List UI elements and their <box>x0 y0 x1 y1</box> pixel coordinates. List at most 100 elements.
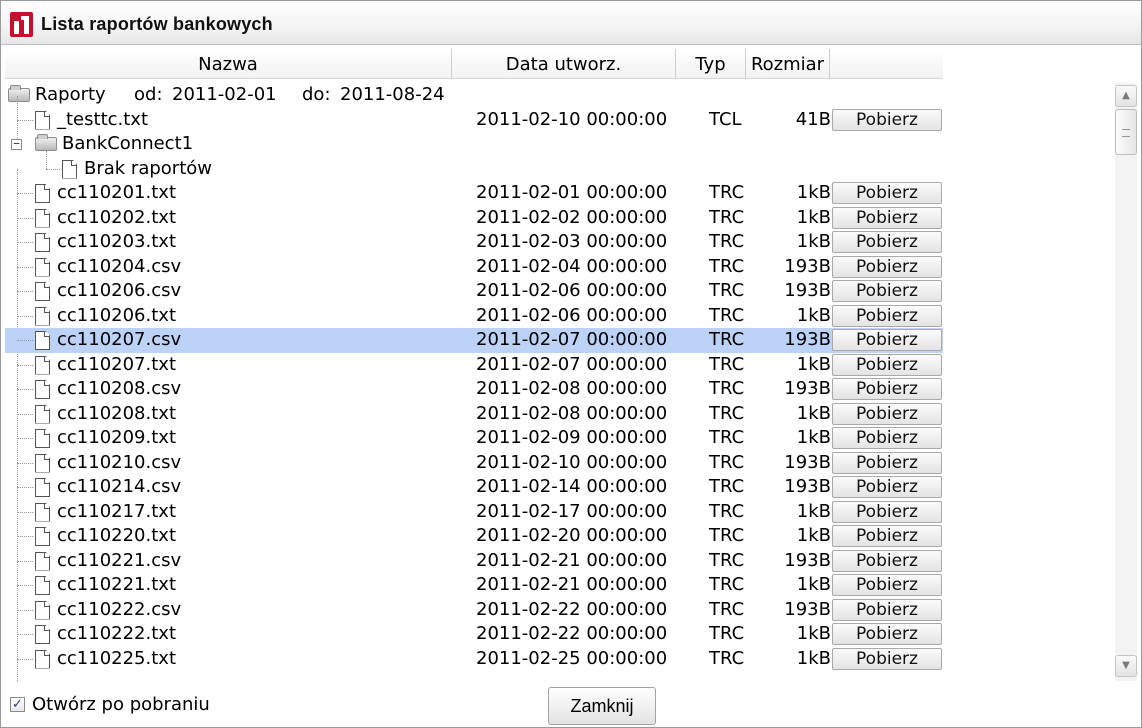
table-row[interactable]: cc110206.csv 2011-02-06 00:00:00 TRC 193B Po… <box>5 279 943 304</box>
close-button[interactable]: Zamknij <box>548 687 656 725</box>
file-size: 193B <box>784 329 831 350</box>
table-row[interactable]: cc110221.csv 2011-02-21 00:00:00 TRC 193B Po… <box>5 549 943 574</box>
table-row[interactable]: cc110214.csv 2011-02-14 00:00:00 TRC 193B Po… <box>5 475 943 500</box>
vertical-scrollbar[interactable]: ▲ ▼ <box>1115 83 1137 681</box>
file-date: 2011-02-21 00:00:00 <box>476 574 668 595</box>
file-size: 1kB <box>796 574 831 595</box>
download-button[interactable]: Pobierz <box>832 427 942 449</box>
scroll-down-button[interactable]: ▼ <box>1115 655 1137 677</box>
tree-connector <box>17 340 33 341</box>
file-size: 1kB <box>796 500 831 522</box>
date-from-label: od: <box>134 84 163 105</box>
collapse-toggle-icon[interactable]: − <box>11 138 22 150</box>
download-button[interactable]: Pobierz <box>832 549 942 572</box>
column-header-type[interactable]: Typ <box>676 49 746 79</box>
file-name: cc110207.txt <box>57 353 176 375</box>
download-button[interactable]: Pobierz <box>832 476 942 498</box>
scroll-thumb[interactable] <box>1115 109 1137 155</box>
download-button[interactable]: Pobierz <box>832 182 942 204</box>
file-name: cc110207.csv <box>57 329 182 350</box>
file-icon <box>35 404 50 424</box>
download-button[interactable]: Pobierz <box>832 280 942 302</box>
column-header-size[interactable]: Rozmiar <box>746 49 830 79</box>
file-icon <box>35 306 50 326</box>
title-bar[interactable]: Lista raportów bankowych <box>1 1 1141 45</box>
column-header-name[interactable]: Nazwa <box>5 49 452 79</box>
tree-connector <box>17 487 33 488</box>
tree-root-row[interactable]: Raporty od: 2011-02-01 do: 2011-08-24 <box>5 83 943 108</box>
table-row[interactable]: cc110202.txt 2011-02-02 00:00:00 TRC 1kB Pob… <box>5 206 943 231</box>
tree-connector <box>17 266 33 268</box>
tree-connector <box>17 536 33 537</box>
report-tree[interactable]: Raporty od: 2011-02-01 do: 2011-08-24 _t… <box>5 83 943 681</box>
open-after-download-label[interactable]: Otwórz po pobraniu <box>32 694 210 715</box>
open-after-download-checkbox[interactable]: ✓ <box>10 697 25 712</box>
scroll-up-button[interactable]: ▲ <box>1115 85 1137 107</box>
report-list-window: Lista raportów bankowych Nazwa Data utwo… <box>0 0 1142 728</box>
file-date: 2011-02-07 00:00:00 <box>476 353 668 375</box>
tree-connector <box>17 560 33 562</box>
download-button[interactable]: Pobierz <box>832 378 942 400</box>
file-type: TRC <box>709 255 745 277</box>
file-date: 2011-02-10 00:00:00 <box>476 451 668 473</box>
table-row[interactable]: cc110208.csv 2011-02-08 00:00:00 TRC 193B Po… <box>5 377 943 402</box>
table-row[interactable]: cc110208.txt 2011-02-08 00:00:00 TRC 1kB Pob… <box>5 402 943 427</box>
download-button[interactable]: Pobierz <box>832 647 942 670</box>
table-row[interactable]: cc110201.txt 2011-02-01 00:00:00 TRC 1kB Pob… <box>5 181 943 206</box>
table-row[interactable]: cc110222.txt 2011-02-22 00:00:00 TRC 1kB Pob… <box>5 622 943 647</box>
table-row[interactable]: _testtc.txt 2011-02-10 00:00:00 TCL 41B … <box>5 95 943 133</box>
file-date: 2011-02-06 00:00:00 <box>476 304 668 326</box>
download-button[interactable]: Pobierz <box>832 255 942 278</box>
date-from-value: 2011-02-01 <box>172 84 277 105</box>
file-icon <box>35 649 50 669</box>
folder-label: BankConnect1 <box>62 133 194 154</box>
file-date: 2011-02-22 00:00:00 <box>476 598 668 620</box>
file-size: 1kB <box>796 231 831 252</box>
table-row[interactable]: cc110217.txt 2011-02-17 00:00:00 TRC 1kB Pob… <box>5 500 943 525</box>
table-row[interactable]: cc110220.txt 2011-02-20 00:00:00 TRC 1kB Pob… <box>5 524 943 549</box>
tree-connector <box>17 95 18 120</box>
download-button[interactable]: Pobierz <box>832 574 942 596</box>
file-date: 2011-02-02 00:00:00 <box>476 206 668 228</box>
table-row[interactable]: cc110204.csv 2011-02-04 00:00:00 TRC 193B Po… <box>5 255 943 280</box>
file-date: 2011-02-21 00:00:00 <box>476 549 668 571</box>
file-icon <box>62 159 77 179</box>
download-button[interactable]: Pobierz <box>832 304 942 327</box>
download-button[interactable]: Pobierz <box>832 500 942 523</box>
download-button[interactable]: Pobierz <box>832 329 942 351</box>
column-header-date[interactable]: Data utworz. <box>452 49 676 79</box>
download-button[interactable]: Pobierz <box>832 598 942 621</box>
file-type: TRC <box>709 500 745 522</box>
file-type: TRC <box>709 525 745 546</box>
file-type: TRC <box>709 451 745 473</box>
table-row[interactable]: cc110207.csv 2011-02-07 00:00:00 TRC 193B Po… <box>5 328 943 353</box>
table-row[interactable]: cc110206.txt 2011-02-06 00:00:00 TRC 1kB Pob… <box>5 304 943 329</box>
table-row[interactable]: cc110221.txt 2011-02-21 00:00:00 TRC 1kB Pob… <box>5 573 943 598</box>
tree-connector <box>17 585 33 586</box>
download-button[interactable]: Pobierz <box>832 402 942 425</box>
table-row[interactable]: cc110203.txt 2011-02-03 00:00:00 TRC 1kB Pob… <box>5 230 943 255</box>
file-size: 1kB <box>796 182 831 203</box>
table-row[interactable]: cc110209.txt 2011-02-09 00:00:00 TRC 1kB Pob… <box>5 426 943 451</box>
tree-connector <box>17 658 33 660</box>
table-row[interactable]: cc110225.txt 2011-02-25 00:00:00 TRC 1kB Pob… <box>5 647 943 672</box>
file-icon <box>35 184 50 203</box>
download-button[interactable]: Pobierz <box>832 525 942 547</box>
file-size: 193B <box>784 378 831 399</box>
tree-folder-row[interactable]: − BankConnect1 <box>5 120 943 157</box>
table-row[interactable]: cc110210.csv 2011-02-10 00:00:00 TRC 193B Po… <box>5 451 943 476</box>
file-type: TRC <box>709 280 745 301</box>
file-name: cc110222.txt <box>57 623 176 644</box>
download-button[interactable]: Pobierz <box>832 353 942 376</box>
download-button[interactable]: Pobierz <box>832 231 942 253</box>
file-name: cc110225.txt <box>57 647 176 669</box>
file-name: cc110206.csv <box>57 280 182 301</box>
download-button[interactable]: Pobierz <box>832 623 942 645</box>
file-name: cc110214.csv <box>57 476 182 497</box>
download-button[interactable]: Pobierz <box>832 451 942 474</box>
download-button[interactable]: Pobierz <box>832 108 942 131</box>
table-row[interactable]: cc110207.txt 2011-02-07 00:00:00 TRC 1kB Pob… <box>5 353 943 378</box>
download-button[interactable]: Pobierz <box>832 206 942 229</box>
table-row[interactable]: cc110222.csv 2011-02-22 00:00:00 TRC 193B Po… <box>5 598 943 623</box>
file-size: 1kB <box>796 623 831 644</box>
